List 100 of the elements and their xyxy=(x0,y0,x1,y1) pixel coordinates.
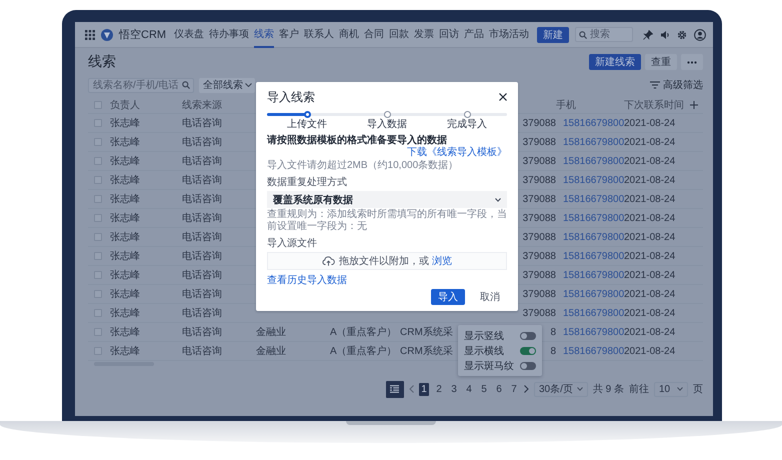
logo-icon xyxy=(101,28,113,40)
next-page-icon[interactable] xyxy=(524,385,529,393)
phone-link[interactable]: 15816679800 xyxy=(556,288,624,300)
nav-tab[interactable]: 待办事项 xyxy=(209,22,250,48)
dialog-button[interactable]: 导入 xyxy=(431,289,465,305)
search-field[interactable]: 搜索 xyxy=(575,27,634,42)
browse-link[interactable]: 浏览 xyxy=(432,256,452,267)
page-number[interactable]: 6 xyxy=(494,382,504,396)
toggle-switch[interactable] xyxy=(520,362,536,370)
table-cell: 379088 xyxy=(522,212,556,224)
row-checkbox[interactable] xyxy=(94,252,102,260)
row-checkbox[interactable] xyxy=(94,214,102,222)
duplicate-mode-dropdown[interactable]: 覆盖系统原有数据 xyxy=(267,191,507,208)
more-button[interactable] xyxy=(681,54,703,70)
phone-link[interactable]: 15816679800 xyxy=(556,136,624,148)
nav-tab[interactable]: 客户 xyxy=(279,22,300,48)
action-button[interactable]: 查重 xyxy=(645,54,677,70)
filter-icon xyxy=(650,81,660,89)
table-cell-text: CRM系统采 xyxy=(400,326,453,339)
toggle-switch[interactable] xyxy=(520,346,536,354)
upload-dropzone[interactable]: 拖放文件以附加，或 浏览 xyxy=(267,252,507,270)
page-number[interactable]: 5 xyxy=(478,382,489,396)
goto-label: 前往 xyxy=(629,382,649,396)
column-header[interactable]: 手机 xyxy=(556,98,624,112)
select-all-checkbox[interactable] xyxy=(94,100,102,108)
page-number[interactable]: 4 xyxy=(464,382,474,396)
row-checkbox[interactable] xyxy=(94,176,102,184)
phone-link[interactable]: 15816679800 xyxy=(556,156,624,166)
column-header[interactable]: 负责人 xyxy=(110,98,182,112)
row-checkbox[interactable] xyxy=(94,233,102,241)
close-icon[interactable] xyxy=(499,93,507,101)
row-checkbox[interactable] xyxy=(94,347,102,355)
history-link[interactable]: 查看历史导入数据 xyxy=(267,273,347,287)
page-size-dropdown[interactable]: 30条/页 xyxy=(534,382,588,396)
phone-link[interactable]: 15816679800 xyxy=(556,118,624,128)
nav-tab[interactable]: 产品 xyxy=(464,22,484,48)
table-cell-text: 电话咨询 xyxy=(182,192,223,206)
page-unit-label: 页 xyxy=(693,383,703,396)
row-checkbox[interactable] xyxy=(94,309,102,317)
page-number[interactable]: 3 xyxy=(448,382,459,396)
scope-dropdown[interactable]: 全部线索 xyxy=(199,78,255,92)
action-button[interactable]: 新建线索 xyxy=(589,54,641,70)
nav-tab[interactable]: 仪表盘 xyxy=(174,22,204,48)
nav-tab[interactable]: 商机 xyxy=(339,22,360,48)
instruction-heading: 请按照数据模板的格式准备要导入的数据 xyxy=(267,135,447,146)
settings-icon[interactable] xyxy=(677,30,688,40)
field-label: 导入源文件 xyxy=(267,238,318,250)
table-cell-text: 张志峰 xyxy=(110,192,141,206)
page-number[interactable]: 1 xyxy=(418,382,429,396)
toggle-switch[interactable] xyxy=(520,332,536,340)
table-cell-text: 电话咨询 xyxy=(182,268,223,282)
row-checkbox[interactable] xyxy=(94,290,102,298)
search-field[interactable]: 线索名称/手机/电话 xyxy=(88,78,194,92)
row-checkbox[interactable] xyxy=(94,271,102,279)
table-cell-text: A（重点客户） xyxy=(330,344,398,358)
nav-tab[interactable]: 联系人 xyxy=(304,22,334,48)
speaker-icon[interactable] xyxy=(660,30,670,40)
row-checkbox[interactable] xyxy=(94,119,102,127)
dialog-button[interactable]: 取消 xyxy=(473,289,507,305)
pin-icon[interactable] xyxy=(643,30,654,40)
phone-link[interactable]: 15816679800 xyxy=(556,326,624,338)
add-column-icon[interactable] xyxy=(690,100,698,108)
page-number[interactable]: 2 xyxy=(434,382,444,396)
phone-link[interactable]: 15816679800 xyxy=(556,194,624,204)
phone-link[interactable]: 15816679800 xyxy=(556,250,624,262)
nav-tab[interactable]: 回款 xyxy=(389,22,410,48)
table-cell: 379088 xyxy=(522,288,556,300)
phone-link[interactable]: 15816679800 xyxy=(556,308,624,318)
row-checkbox[interactable] xyxy=(94,195,102,203)
phone-link[interactable]: 15816679800 xyxy=(556,270,624,280)
page-number[interactable]: 7 xyxy=(508,382,519,396)
search-icon xyxy=(579,30,588,38)
toggle-label: 显示斑马纹 xyxy=(464,360,514,372)
row-checkbox[interactable] xyxy=(94,328,102,336)
column-header[interactable]: 线索来源 xyxy=(182,98,256,112)
nav-tab[interactable]: 发票 xyxy=(414,22,434,48)
table-cell-text: CRM系统采 xyxy=(400,344,453,358)
page-input[interactable]: 10 xyxy=(654,382,688,396)
phone-link[interactable]: 15816679800 xyxy=(556,212,624,224)
table-cell-text: 金融业 xyxy=(256,326,287,339)
table-cell: 379088 xyxy=(522,156,556,166)
column-header[interactable]: 下次联系时间 xyxy=(624,98,686,112)
phone-link[interactable]: 15816679800 xyxy=(556,232,624,242)
advanced-filter-button[interactable]: 高级筛选 xyxy=(650,78,703,92)
user-avatar-icon[interactable] xyxy=(694,28,706,40)
apps-grid-icon[interactable] xyxy=(85,30,95,40)
nav-tab[interactable]: 线索 xyxy=(254,22,274,48)
toggle-label: 显示竖线 xyxy=(464,330,504,342)
table-cell-text: 张志峰 xyxy=(110,154,141,168)
phone-link[interactable]: 15816679800 xyxy=(556,346,624,356)
new-button[interactable]: 新建 xyxy=(537,26,570,42)
previous-page-icon[interactable] xyxy=(408,385,414,393)
template-download-link[interactable]: 下载《线索导入模板》 xyxy=(407,147,507,159)
row-checkbox[interactable] xyxy=(94,157,102,165)
row-checkbox[interactable] xyxy=(94,138,102,146)
phone-link[interactable]: 15816679800 xyxy=(556,174,624,186)
nav-tab[interactable]: 合同 xyxy=(364,22,384,48)
nav-tab[interactable]: 回访 xyxy=(439,22,460,48)
nav-tab[interactable]: 市场活动 xyxy=(489,22,530,48)
table-settings-button[interactable] xyxy=(386,380,404,398)
